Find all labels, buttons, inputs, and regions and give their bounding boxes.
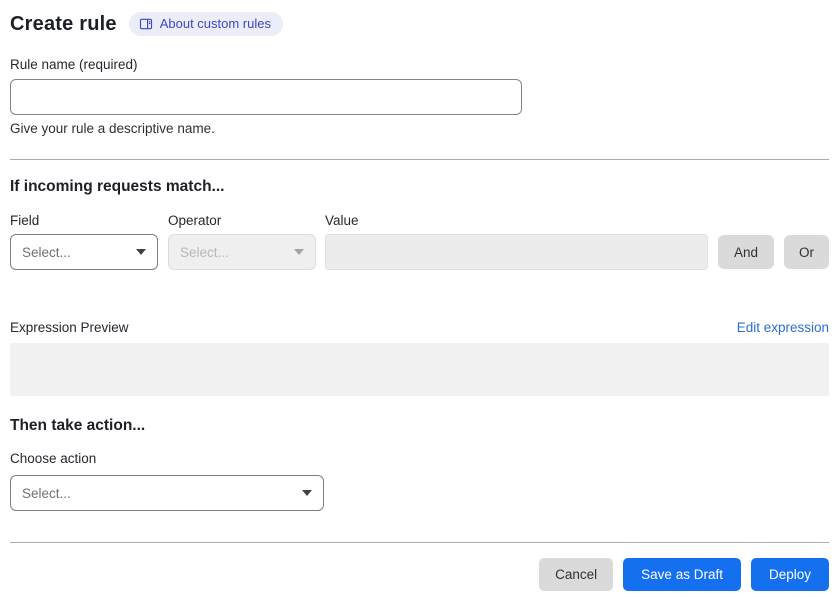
action-select-value: Select...	[22, 485, 71, 501]
header: Create rule About custom rules	[10, 12, 829, 36]
action-section-heading: Then take action...	[10, 417, 146, 434]
create-rule-form: Create rule About custom rules Rule name…	[0, 0, 839, 591]
section-divider	[10, 159, 829, 160]
choose-action-label: Choose action	[10, 451, 97, 466]
chevron-down-icon	[294, 249, 304, 255]
match-labels-row: Field Operator Value	[10, 213, 829, 228]
field-select[interactable]: Select...	[10, 234, 158, 270]
rule-name-help: Give your rule a descriptive name.	[10, 121, 215, 136]
save-as-draft-button[interactable]: Save as Draft	[623, 558, 741, 591]
value-label: Value	[325, 213, 359, 228]
value-input	[325, 234, 708, 270]
footer-divider	[10, 542, 829, 543]
match-controls-row: Select... Select... And Or	[10, 234, 829, 270]
or-button[interactable]: Or	[784, 235, 829, 269]
operator-select: Select...	[168, 234, 316, 270]
field-label: Field	[10, 213, 40, 228]
expression-row: Expression Preview Edit expression	[10, 320, 829, 335]
operator-select-value: Select...	[180, 244, 229, 260]
action-select[interactable]: Select...	[10, 475, 324, 511]
match-section-heading: If incoming requests match...	[10, 178, 225, 195]
book-icon	[139, 17, 153, 31]
deploy-button[interactable]: Deploy	[750, 558, 829, 591]
chevron-down-icon	[302, 490, 312, 496]
footer-actions: Cancel Save as Draft Deploy	[10, 558, 829, 591]
about-badge-label: About custom rules	[159, 16, 271, 31]
expression-preview-label: Expression Preview	[10, 320, 129, 335]
and-button[interactable]: And	[718, 235, 774, 269]
edit-expression-link[interactable]: Edit expression	[737, 320, 829, 335]
rule-name-input[interactable]	[10, 79, 522, 115]
chevron-down-icon	[136, 249, 146, 255]
cancel-button[interactable]: Cancel	[539, 558, 614, 591]
rule-name-section: Rule name (required) Give your rule a de…	[10, 57, 829, 136]
expression-preview-box	[10, 343, 829, 396]
rule-name-label: Rule name (required)	[10, 57, 138, 72]
field-select-value: Select...	[22, 244, 71, 260]
operator-label: Operator	[168, 213, 222, 228]
about-custom-rules-badge[interactable]: About custom rules	[128, 12, 283, 36]
page-title: Create rule	[10, 12, 117, 35]
